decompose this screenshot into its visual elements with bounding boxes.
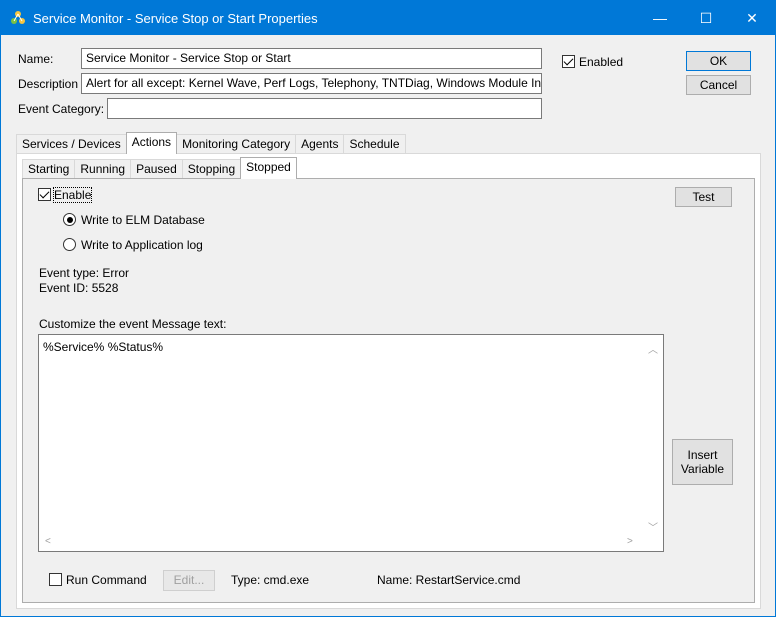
properties-window: Service Monitor - Service Stop or Start … (0, 0, 776, 617)
sub-tab-strip: Starting Running Paused Stopping Stopped (22, 157, 297, 179)
scroll-right-icon[interactable]: > (627, 536, 633, 547)
enable-label[interactable]: Enable (52, 187, 93, 203)
tab-stopped[interactable]: Stopped (240, 157, 297, 179)
event-category-label: Event Category: (18, 102, 105, 116)
cancel-button[interactable]: Cancel (686, 75, 751, 95)
event-category-field[interactable] (107, 98, 542, 119)
type-text: Type: cmd.exe (231, 573, 310, 587)
enabled-checkbox[interactable] (562, 55, 575, 68)
description-label: Description (18, 77, 79, 91)
event-id-text: Event ID: 5528 (39, 281, 119, 295)
description-field[interactable]: Alert for all except: Kernel Wave, Perf … (81, 73, 542, 94)
tab-services-devices[interactable]: Services / Devices (16, 134, 127, 154)
run-command-label[interactable]: Run Command (66, 573, 147, 587)
tab-starting[interactable]: Starting (22, 159, 76, 179)
window-title: Service Monitor - Service Stop or Start … (33, 11, 318, 26)
run-command-checkbox[interactable] (49, 573, 62, 586)
title-bar[interactable]: Service Monitor - Service Stop or Start … (1, 1, 775, 35)
test-button[interactable]: Test (675, 187, 732, 207)
main-tab-strip: Services / Devices Actions Monitoring Ca… (16, 132, 406, 154)
maximize-button[interactable]: ☐ (683, 1, 729, 35)
tab-paused[interactable]: Paused (130, 159, 183, 179)
message-text: %Service% %Status% (43, 340, 164, 354)
write-elm-label[interactable]: Write to ELM Database (81, 213, 205, 227)
insert-variable-line2: Variable (680, 462, 725, 476)
close-button[interactable]: ✕ (729, 1, 775, 35)
scroll-down-icon[interactable]: ﹀ (648, 519, 658, 534)
write-app-log-label[interactable]: Write to Application log (81, 238, 203, 252)
app-icon (11, 11, 25, 24)
scroll-left-icon[interactable]: < (45, 536, 51, 547)
insert-variable-line1: Insert (687, 448, 718, 462)
minimize-button[interactable]: — (637, 1, 683, 35)
tab-stopping[interactable]: Stopping (181, 159, 242, 179)
event-type-text: Event type: Error (39, 266, 130, 280)
write-elm-radio[interactable] (63, 213, 76, 226)
tab-monitoring-category[interactable]: Monitoring Category (176, 134, 297, 154)
insert-variable-button[interactable]: Insert Variable (672, 439, 733, 485)
write-app-log-radio[interactable] (63, 238, 76, 251)
enabled-label[interactable]: Enabled (579, 55, 623, 69)
name-label: Name: (18, 52, 54, 66)
name-field[interactable]: Service Monitor - Service Stop or Start (81, 48, 542, 69)
tab-actions[interactable]: Actions (125, 132, 178, 154)
customize-message-label: Customize the event Message text: (39, 317, 227, 331)
scroll-up-icon[interactable]: ︿ (648, 341, 658, 356)
enable-checkbox[interactable] (38, 188, 51, 201)
tab-agents[interactable]: Agents (295, 134, 345, 154)
command-name-text: Name: RestartService.cmd (377, 573, 521, 587)
tab-running[interactable]: Running (74, 159, 132, 179)
edit-button[interactable]: Edit... (163, 570, 215, 591)
ok-button[interactable]: OK (686, 51, 751, 71)
message-text-area[interactable]: %Service% %Status% ︿ ﹀ < > (38, 334, 664, 552)
tab-schedule[interactable]: Schedule (343, 134, 406, 154)
